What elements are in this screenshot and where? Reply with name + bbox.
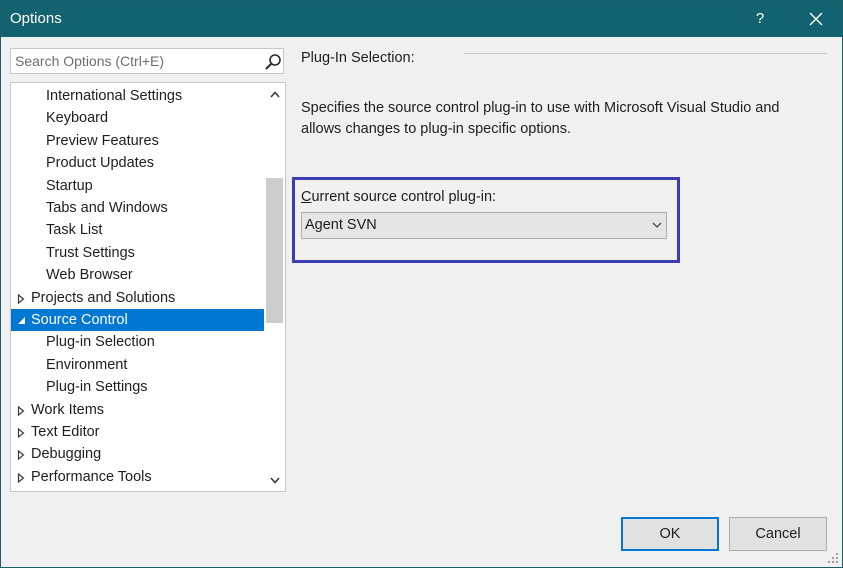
tree-item[interactable]: Work Items <box>11 399 264 421</box>
tree-scrollbar[interactable] <box>264 83 285 491</box>
cancel-button[interactable]: Cancel <box>729 517 827 551</box>
tree-item[interactable]: Source Control <box>11 309 264 331</box>
tree-item[interactable]: Debugging <box>11 443 264 465</box>
tree-item[interactable]: Plug-in Selection <box>11 331 264 353</box>
expand-arrow-icon[interactable] <box>17 466 27 488</box>
plugin-label-accelerator: C <box>301 189 312 205</box>
tree-item[interactable]: Performance Tools <box>11 466 264 488</box>
tree-item-label: Environment <box>46 356 128 373</box>
tree-item-label: Source Control <box>31 312 128 328</box>
expand-arrow-icon[interactable] <box>17 421 27 443</box>
ok-button[interactable]: OK <box>621 517 719 551</box>
tree-item-label: Performance Tools <box>31 468 152 485</box>
tree-item-label: Product Updates <box>46 155 155 172</box>
section-description: Specifies the source control plug-in to … <box>301 100 780 137</box>
tree-item[interactable]: Task List <box>11 219 264 241</box>
tree-item[interactable]: Plug-in Settings <box>11 376 264 398</box>
search-box[interactable] <box>10 48 284 74</box>
expand-arrow-icon[interactable] <box>17 287 27 309</box>
tree-item-label: Debugging <box>31 446 102 463</box>
options-dialog: Options ? International Settings Keyboard… <box>0 0 843 568</box>
scroll-down-button[interactable] <box>264 469 285 491</box>
tree-item[interactable]: Web Browser <box>11 264 264 286</box>
tree-item-label: Preview Features <box>46 132 159 149</box>
section-divider <box>464 53 827 54</box>
chevron-down-icon <box>270 477 280 484</box>
close-button[interactable] <box>794 1 840 37</box>
tree-item[interactable]: International Settings <box>11 85 264 107</box>
tree-item-label: International Settings <box>46 88 183 104</box>
tree-item-label: Text Editor <box>31 424 100 440</box>
tree-item-label: Trust Settings <box>46 244 135 261</box>
plugin-select[interactable]: Agent SVN <box>301 212 667 239</box>
chevron-up-icon <box>270 91 280 98</box>
tree-item[interactable]: Projects and Solutions <box>11 287 264 309</box>
tree-item-label: Work Items <box>31 401 105 418</box>
scroll-thumb[interactable] <box>266 178 283 323</box>
plugin-label: Current source control plug-in: <box>301 189 496 205</box>
tree-item-label: Plug-in Selection <box>46 334 155 351</box>
tree-item[interactable]: Startup <box>11 175 264 197</box>
help-button[interactable]: ? <box>741 1 779 37</box>
tree-item[interactable]: Trust Settings <box>11 242 264 264</box>
plugin-label-text: urrent source control plug-in: <box>311 189 497 205</box>
tree-item[interactable]: Keyboard <box>11 107 264 129</box>
expand-arrow-icon[interactable] <box>17 399 27 421</box>
title-bar[interactable]: Options ? <box>1 1 842 37</box>
tree-item-label: Projects and Solutions <box>31 289 176 306</box>
close-icon <box>809 12 823 26</box>
search-icon[interactable] <box>264 53 282 71</box>
chevron-down-icon <box>652 222 662 228</box>
tree-item-label: Plug-in Settings <box>46 379 148 396</box>
window-title: Options <box>10 10 62 27</box>
tree-item-label: Task List <box>46 222 103 239</box>
tree-item-label: Web Browser <box>46 267 133 284</box>
tree-item-label: Startup <box>46 177 93 194</box>
tree-item[interactable]: Product Updates <box>11 152 264 174</box>
plugin-select-value: Agent SVN <box>305 217 377 233</box>
resize-grip-icon[interactable] <box>827 552 839 564</box>
options-tree[interactable]: International Settings Keyboard Preview Fe… <box>10 82 286 492</box>
search-input[interactable] <box>15 52 255 70</box>
tree-item-label: Keyboard <box>46 110 109 127</box>
tree-item[interactable]: Environment <box>11 354 264 376</box>
scroll-up-button[interactable] <box>264 83 285 105</box>
tree-item[interactable]: Preview Features <box>11 130 264 152</box>
collapse-arrow-icon[interactable] <box>17 309 27 331</box>
section-title: Plug-In Selection: <box>301 50 415 66</box>
tree-item[interactable]: Text Editor <box>11 421 264 443</box>
expand-arrow-icon[interactable] <box>17 443 27 465</box>
tree-item[interactable]: Tabs and Windows <box>11 197 264 219</box>
tree-item-label: Tabs and Windows <box>46 200 168 216</box>
